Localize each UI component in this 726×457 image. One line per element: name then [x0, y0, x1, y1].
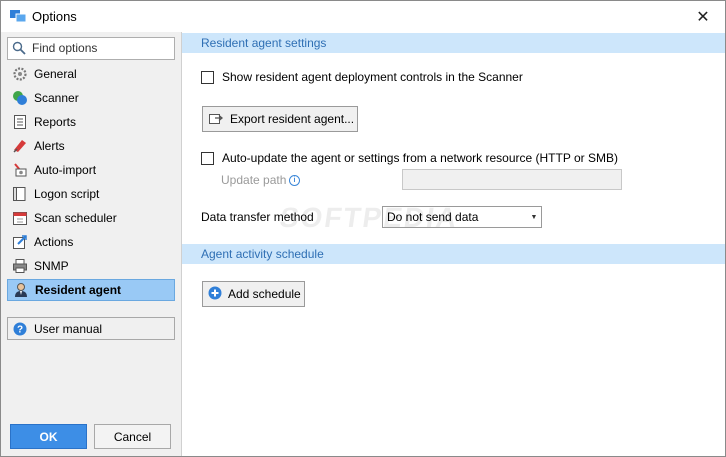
window-title: Options [32, 9, 77, 24]
add-schedule-label: Add schedule [228, 287, 301, 301]
sidebar-item-reports[interactable]: Reports [7, 111, 175, 133]
show-controls-option[interactable]: Show resident agent deployment controls … [201, 70, 523, 84]
sidebar-item-general[interactable]: General [7, 63, 175, 85]
info-icon: i [289, 175, 300, 186]
actions-icon [12, 234, 28, 250]
sidebar-item-snmp[interactable]: SNMP [7, 255, 175, 277]
user-manual-label: User manual [34, 321, 103, 336]
title-bar: Options ✕ [1, 1, 725, 32]
update-path-input[interactable] [402, 169, 622, 190]
plus-circle-icon [208, 286, 222, 303]
export-button-label: Export resident agent... [230, 112, 355, 126]
close-icon: ✕ [696, 8, 710, 26]
script-icon [12, 186, 28, 202]
sidebar-item-label: Scan scheduler [34, 211, 117, 225]
calendar-icon [12, 210, 28, 226]
sidebar-item-label: General [34, 67, 77, 81]
scanner-icon [12, 90, 28, 106]
ok-button[interactable]: OK [10, 424, 87, 449]
alert-icon [12, 138, 28, 154]
sidebar-item-label: Resident agent [35, 283, 122, 297]
gear-icon [12, 66, 28, 82]
sidebar-item-label: Scanner [34, 91, 79, 105]
section-header-resident-agent: Resident agent settings [182, 33, 725, 53]
options-nav: General Scanner Reports Alerts Auto-impo… [7, 63, 175, 303]
settings-panel: Resident agent settings Show resident ag… [182, 32, 725, 456]
sidebar-item-scan-scheduler[interactable]: Scan scheduler [7, 207, 175, 229]
sidebar-item-label: SNMP [34, 259, 69, 273]
sidebar-item-auto-import[interactable]: Auto-import [7, 159, 175, 181]
auto-update-option[interactable]: Auto-update the agent or settings from a… [201, 151, 618, 165]
watermark: SOFTPEDIA [277, 202, 461, 233]
auto-update-label: Auto-update the agent or settings from a… [222, 151, 618, 165]
printer-icon [12, 258, 28, 274]
chevron-down-icon: ▼ [530, 213, 538, 221]
report-icon [12, 114, 28, 130]
sidebar-item-logon-script[interactable]: Logon script [7, 183, 175, 205]
sidebar-item-actions[interactable]: Actions [7, 231, 175, 253]
sidebar-item-label: Reports [34, 115, 77, 129]
sidebar-item-alerts[interactable]: Alerts [7, 135, 175, 157]
add-schedule-button[interactable]: Add schedule [202, 281, 305, 307]
sidebar: General Scanner Reports Alerts [1, 32, 182, 456]
options-window: Options ✕ General Scanner [0, 0, 726, 457]
sidebar-item-label: Actions [34, 235, 74, 249]
agent-icon [13, 282, 29, 298]
sidebar-item-label: Logon script [34, 187, 100, 201]
sidebar-item-scanner[interactable]: Scanner [7, 87, 175, 109]
sidebar-item-resident-agent[interactable]: Resident agent [7, 279, 175, 301]
section-title: Agent activity schedule [201, 247, 324, 261]
search-icon [12, 41, 26, 55]
section-title: Resident agent settings [201, 36, 327, 50]
auto-import-icon [12, 162, 28, 178]
help-icon: ? [13, 322, 27, 336]
show-controls-label: Show resident agent deployment controls … [222, 70, 523, 84]
show-controls-checkbox[interactable] [201, 70, 214, 84]
find-options-box[interactable] [7, 37, 175, 60]
svg-text:?: ? [17, 324, 23, 335]
auto-update-checkbox[interactable] [201, 151, 214, 165]
app-icon [10, 10, 26, 23]
sidebar-item-label: Alerts [34, 139, 65, 153]
update-path-label: Update path [221, 173, 287, 187]
close-button[interactable]: ✕ [681, 1, 725, 32]
export-icon [208, 111, 224, 128]
export-resident-agent-button[interactable]: Export resident agent... [202, 106, 358, 132]
sidebar-item-label: Auto-import [34, 163, 97, 177]
find-options-input[interactable] [32, 40, 170, 55]
user-manual-button[interactable]: ? User manual [7, 317, 175, 340]
section-header-activity-schedule: Agent activity schedule [182, 244, 725, 264]
cancel-button[interactable]: Cancel [94, 424, 171, 449]
